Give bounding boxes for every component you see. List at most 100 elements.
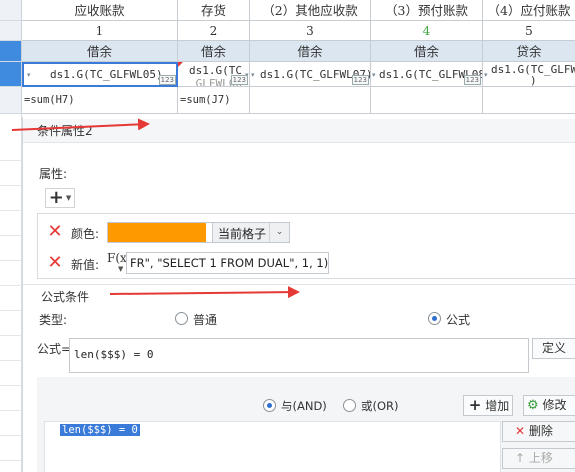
logic-or-label[interactable]: 或(OR) xyxy=(361,398,399,414)
logic-and-label[interactable]: 与(AND) xyxy=(281,398,327,414)
column-header-cell[interactable]: （4）应付账款 xyxy=(483,0,575,21)
sum-cell[interactable]: =sum(H7) xyxy=(22,87,178,114)
subheader-cell[interactable]: 借余 xyxy=(178,41,250,62)
number-format-tag: 123 xyxy=(158,75,176,85)
row-divider xyxy=(0,410,22,411)
type-formula-label[interactable]: 公式 xyxy=(446,311,470,328)
index-cell[interactable]: 1 xyxy=(22,21,178,41)
formula-cell[interactable]: ▾ ds1.G(TC_GLFWL08) 123 xyxy=(371,62,483,87)
column-header-cell[interactable]: （3）预付账款 xyxy=(371,0,483,21)
formula-cell[interactable]: ▾ ds1.G(TC _GLFWL06 123 xyxy=(178,62,250,87)
remove-color-icon[interactable]: ✕ xyxy=(46,223,64,241)
subheader-cell[interactable]: 借余 xyxy=(22,41,178,62)
index-cell[interactable]: 5 xyxy=(483,21,575,41)
remove-new-value-icon[interactable]: ✕ xyxy=(46,254,64,272)
new-value-input[interactable]: FR", "SELECT 1 FROM DUAL", 1, 1) xyxy=(126,252,329,274)
condition-attribute-dialog: 条件属性2 属性: + ▼ ✕ 颜色: ⌄ 当前格子 ⌄ ✕ 新值: F(x) … xyxy=(22,117,575,472)
sum-cell[interactable]: =sum(J7) xyxy=(178,87,250,114)
row-header[interactable] xyxy=(0,0,22,21)
row-divider xyxy=(0,185,22,186)
logic-or-radio[interactable] xyxy=(343,399,356,412)
column-header-cell[interactable]: 应收账款 xyxy=(22,0,178,21)
expand-down-icon: ▾ xyxy=(484,71,488,79)
arrow-up-icon: ↑ xyxy=(515,451,526,465)
subheader-cell[interactable]: 借余 xyxy=(371,41,483,62)
row-divider xyxy=(0,310,22,311)
formula-text: ds1.G(TC_GLFWL05) xyxy=(50,68,163,81)
plus-icon: + xyxy=(48,187,64,208)
dialog-title: 条件属性2 xyxy=(23,119,575,143)
chevron-down-icon[interactable]: ▼ xyxy=(118,265,123,273)
expand-down-icon: ▾ xyxy=(27,71,31,79)
number-format-tag: 123 xyxy=(351,75,369,85)
chevron-down-icon: ⌄ xyxy=(269,223,289,242)
subheader-cell[interactable]: 借余 xyxy=(250,41,371,62)
add-condition-button[interactable]: + 增加 xyxy=(463,395,513,416)
type-normal-radio[interactable] xyxy=(175,312,188,325)
delete-condition-button[interactable]: ✕ 删除 xyxy=(502,421,575,442)
row-header[interactable] xyxy=(0,62,22,87)
empty-cell[interactable] xyxy=(371,87,483,114)
formula-cell[interactable]: ▾ ds1.G(TC_GLFWL07) 123 xyxy=(250,62,371,87)
row-header[interactable] xyxy=(0,41,22,62)
condition-list-item[interactable]: len($$$) = 0 xyxy=(60,424,140,436)
plus-icon: + xyxy=(468,396,482,414)
color-label: 颜色: xyxy=(71,227,100,241)
column-header-cell[interactable]: 存货 xyxy=(178,0,250,21)
modify-condition-button[interactable]: ⚙ 修改 xyxy=(523,395,575,416)
move-up-button[interactable]: ↑ 上移 xyxy=(502,448,575,469)
row-divider xyxy=(0,435,22,436)
type-label: 类型: xyxy=(39,313,68,327)
index-cell[interactable]: 4 xyxy=(371,21,483,41)
type-normal-label[interactable]: 普通 xyxy=(193,311,217,328)
index-cell[interactable]: 3 xyxy=(250,21,371,41)
delete-icon: ✕ xyxy=(515,424,526,438)
add-condition-label: 增加 xyxy=(485,399,510,413)
delete-condition-label: 删除 xyxy=(528,424,553,438)
number-format-tag: 123 xyxy=(463,75,481,85)
condition-list[interactable]: len($$$) = 0 xyxy=(44,421,501,472)
subheader-cell[interactable]: 贷余 xyxy=(483,41,575,62)
expand-down-icon: ▾ xyxy=(251,71,255,79)
row-divider xyxy=(0,335,22,336)
row-divider xyxy=(0,285,22,286)
row-divider xyxy=(0,260,22,261)
row-divider xyxy=(0,385,22,386)
attributes-label: 属性: xyxy=(39,167,68,181)
row-header-area xyxy=(0,114,22,472)
row-divider xyxy=(0,235,22,236)
scope-value: 当前格子 xyxy=(218,227,267,241)
row-divider xyxy=(0,160,22,161)
logic-and-radio[interactable] xyxy=(263,399,276,412)
color-swatch[interactable] xyxy=(107,222,207,243)
row-divider xyxy=(0,210,22,211)
row-header[interactable] xyxy=(0,21,22,41)
column-header-cell[interactable]: （2）其他应收款 xyxy=(250,0,371,21)
index-cell[interactable]: 2 xyxy=(178,21,250,41)
empty-cell[interactable] xyxy=(483,87,575,114)
row-header[interactable] xyxy=(0,87,22,114)
add-attribute-button[interactable]: + ▼ xyxy=(45,188,75,208)
formula-input[interactable]: len($$$) = 0 xyxy=(69,338,529,373)
new-value-text: FR", "SELECT 1 FROM DUAL", 1, 1) xyxy=(130,256,329,270)
new-value-label: 新值: xyxy=(71,258,100,272)
define-button[interactable]: 定义 xyxy=(532,338,575,359)
empty-cell[interactable] xyxy=(250,87,371,114)
formula-value: len($$$) = 0 xyxy=(74,348,154,361)
formula-cell-selected[interactable]: ▾ ds1.G(TC_GLFWL05) 123 xyxy=(22,62,178,87)
number-format-tag: 123 xyxy=(230,75,248,85)
row-divider xyxy=(0,460,22,461)
chevron-down-icon: ▼ xyxy=(65,194,72,202)
formula-label: 公式= xyxy=(37,342,72,356)
expand-down-icon: ▾ xyxy=(372,71,376,79)
formula-text-tail: ) xyxy=(530,74,537,87)
formula-cell[interactable]: ▾ ds1.G(TC_GLFWL0 ) xyxy=(483,62,575,87)
scope-select[interactable]: 当前格子 ⌄ xyxy=(212,222,290,243)
move-up-label: 上移 xyxy=(528,451,553,465)
row-divider xyxy=(0,360,22,361)
comment-marker-icon xyxy=(178,62,183,67)
modify-condition-label: 修改 xyxy=(542,398,567,412)
formula-condition-title: 公式条件 xyxy=(23,284,575,308)
type-formula-radio[interactable] xyxy=(428,312,441,325)
gear-icon: ⚙ xyxy=(527,398,539,413)
